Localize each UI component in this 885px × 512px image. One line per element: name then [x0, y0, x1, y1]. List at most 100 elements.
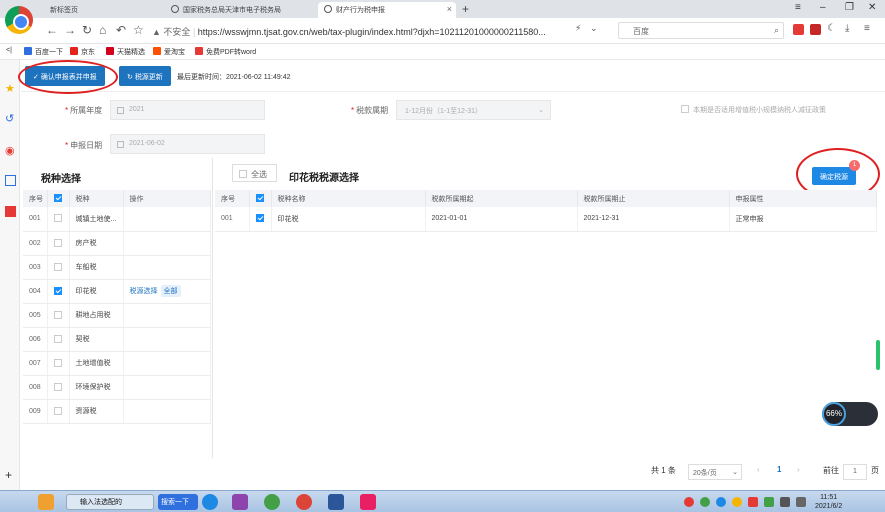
table-row[interactable]: 007 土地增值税	[23, 351, 211, 376]
checkbox[interactable]	[255, 194, 264, 202]
favorites-icon[interactable]: ★	[5, 82, 16, 95]
chrome-icon[interactable]	[296, 494, 312, 510]
table-row[interactable]: 001 印花税 2021-01-01 2021-12-31 正常申报	[215, 207, 877, 232]
star-icon[interactable]: ☆	[133, 23, 144, 37]
tray-icon[interactable]	[700, 497, 710, 507]
undo-icon[interactable]: ↶	[116, 23, 126, 37]
select-all-checkbox[interactable]: 全选	[232, 164, 277, 182]
row-checkbox-cell[interactable]	[47, 351, 70, 376]
col-header-checkbox[interactable]	[47, 190, 70, 207]
table-row[interactable]: 004 印花税 税源选择 全部	[23, 279, 211, 304]
table-row[interactable]: 003 车船税	[23, 255, 211, 280]
table-row[interactable]: 006 契税	[23, 327, 211, 352]
checkbox[interactable]	[239, 170, 247, 178]
tray-icon[interactable]	[732, 497, 742, 507]
checkbox[interactable]	[53, 310, 62, 319]
window-close-icon[interactable]: ✕	[868, 2, 876, 13]
table-row[interactable]: 009 资源税	[23, 399, 211, 424]
tab-new[interactable]: 新标签页	[44, 2, 164, 18]
checkbox[interactable]	[53, 334, 62, 343]
goto-page-input[interactable]: 1	[843, 464, 867, 480]
bookmark-tmall[interactable]: 天猫精选	[106, 47, 145, 57]
row-checkbox-cell[interactable]	[47, 279, 70, 304]
checkbox[interactable]	[53, 214, 62, 223]
table-row[interactable]: 002 房产税	[23, 231, 211, 256]
reduction-policy-checkbox[interactable]: 本期是否适用增值税小规模纳税人减征政策	[681, 105, 826, 115]
close-icon[interactable]: ×	[447, 4, 452, 14]
speed-widget[interactable]: 66%	[822, 402, 878, 426]
row-checkbox-cell[interactable]	[47, 399, 70, 424]
tray-icon[interactable]	[764, 497, 774, 507]
tab-tax-bureau[interactable]: 国家税务总局天津市电子税务局	[165, 2, 315, 18]
source-select-link[interactable]: 税源选择	[130, 288, 158, 295]
collapse-icon[interactable]: <|	[6, 47, 12, 54]
weibo-icon[interactable]: ◉	[5, 144, 16, 157]
more-icon[interactable]: ≡	[864, 23, 870, 34]
forward-icon[interactable]: →	[64, 23, 76, 37]
checkbox[interactable]	[53, 194, 62, 202]
row-checkbox-cell[interactable]	[47, 207, 70, 232]
network-icon[interactable]	[780, 497, 790, 507]
bookmark-baidu[interactable]: 百度一下	[24, 47, 63, 57]
add-icon[interactable]: +	[5, 468, 16, 482]
checkbox[interactable]	[53, 238, 62, 247]
address-bar[interactable]: ▲ 不安全 | https://wsswjmn.tjsat.gov.cn/web…	[152, 23, 612, 39]
word-icon[interactable]	[328, 494, 344, 510]
checkbox[interactable]	[681, 105, 689, 113]
bookmark-jd[interactable]: 京东	[70, 47, 95, 57]
back-icon[interactable]: ←	[46, 23, 58, 37]
bookmark-pdf[interactable]: 免费PDF转word	[195, 47, 256, 57]
extension-icon[interactable]	[793, 24, 804, 35]
prev-page-button[interactable]: ‹	[757, 465, 760, 474]
download-icon[interactable]: ⤓	[845, 23, 849, 34]
page-size-select[interactable]: 20条/页 ⌄	[688, 464, 742, 480]
volume-icon[interactable]	[796, 497, 806, 507]
table-row[interactable]: 005 耕地占用税	[23, 303, 211, 328]
search-icon[interactable]: ⌕	[774, 25, 779, 36]
home-icon[interactable]: ⌂	[99, 23, 106, 37]
select-all-tag[interactable]: 全部	[160, 285, 181, 297]
history-icon[interactable]: ↺	[5, 112, 16, 125]
app-icon[interactable]	[360, 494, 376, 510]
next-page-button[interactable]: ›	[797, 465, 800, 474]
row-checkbox-cell[interactable]	[47, 375, 70, 400]
window-icon[interactable]	[5, 175, 16, 186]
tray-icon[interactable]	[716, 497, 726, 507]
checkbox[interactable]	[53, 382, 62, 391]
year-input[interactable]: 2021	[110, 100, 265, 120]
ie-icon[interactable]	[202, 494, 218, 510]
date-input[interactable]: 2021-06-02	[110, 134, 265, 154]
tab-property-tax[interactable]: 财产行为税申报 ×	[318, 2, 456, 18]
table-row[interactable]: 001 城镇土地使...	[23, 207, 211, 232]
folder-icon[interactable]	[38, 494, 54, 510]
row-checkbox-cell[interactable]	[47, 303, 70, 328]
checkbox[interactable]	[53, 286, 62, 295]
checkbox[interactable]	[255, 214, 264, 223]
tray-icon[interactable]	[748, 497, 758, 507]
period-select[interactable]: 1-12月份（1-1至12-31） ⌄	[396, 100, 551, 120]
checkbox[interactable]	[53, 262, 62, 271]
checkbox[interactable]	[53, 358, 62, 367]
row-checkbox-cell[interactable]	[47, 231, 70, 256]
menu-icon[interactable]: ≡	[795, 2, 801, 13]
new-tab-button[interactable]: +	[462, 2, 469, 16]
dropdown-icon[interactable]: ⌄	[590, 23, 598, 34]
table-row[interactable]: 008 环境保护税	[23, 375, 211, 400]
refresh-source-button[interactable]: ↻ 税源更新	[119, 66, 171, 86]
browser-icon[interactable]	[264, 494, 280, 510]
checkbox[interactable]	[53, 406, 62, 415]
current-page[interactable]: 1	[777, 465, 781, 474]
taskbar-clock[interactable]: 11:51 2021/6/2	[815, 493, 842, 511]
row-checkbox-cell[interactable]	[47, 255, 70, 280]
app-icon[interactable]	[5, 206, 16, 217]
tray-icon[interactable]	[684, 497, 694, 507]
row-checkbox-cell[interactable]	[47, 327, 70, 352]
restore-icon[interactable]: ❐	[845, 2, 854, 13]
search-input[interactable]: 百度 ⌕	[618, 22, 784, 39]
reload-icon[interactable]: ↻	[82, 23, 92, 37]
row-checkbox-cell[interactable]	[249, 207, 272, 232]
winrar-icon[interactable]	[232, 494, 248, 510]
minimize-icon[interactable]: –	[820, 2, 826, 13]
extension-icon[interactable]	[810, 24, 821, 35]
col-header-checkbox[interactable]	[249, 190, 272, 207]
